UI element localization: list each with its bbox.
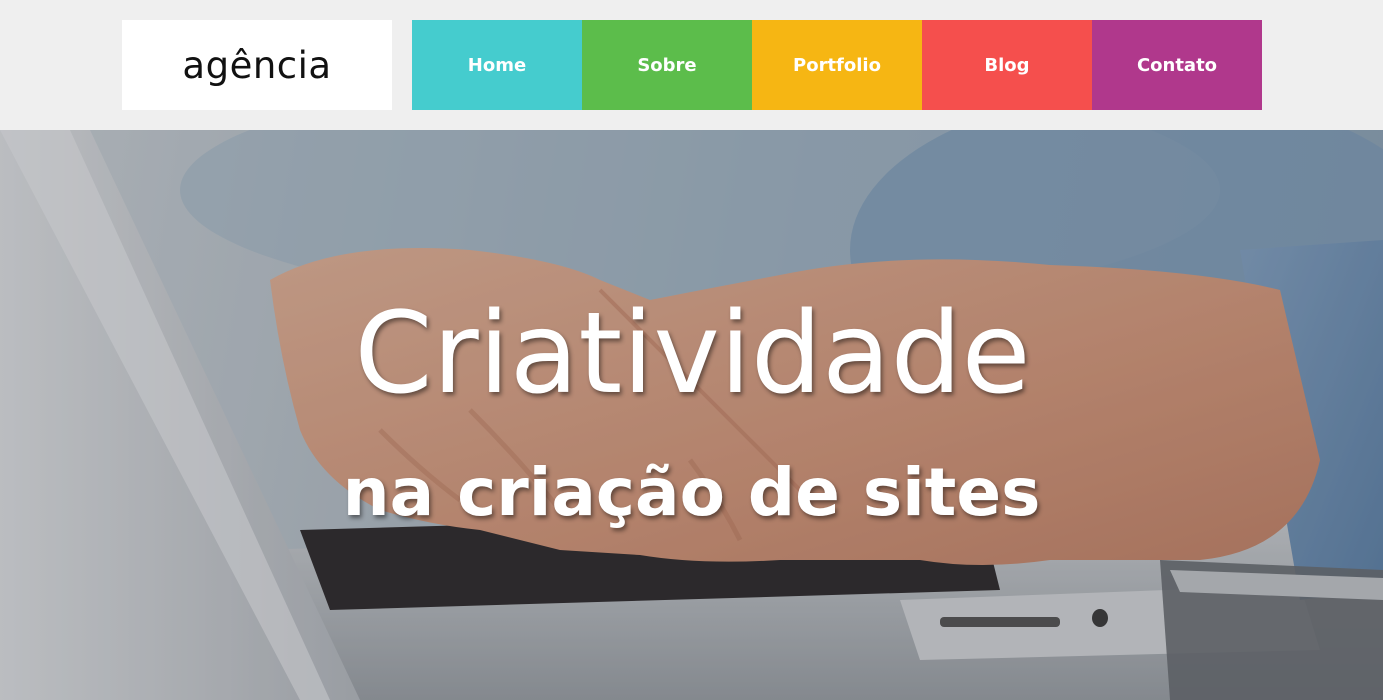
site-header: agência Home Sobre Portfolio Blog Contat… xyxy=(0,0,1383,130)
nav-sobre[interactable]: Sobre xyxy=(582,20,752,110)
logo-text: agência xyxy=(182,43,332,87)
nav-home[interactable]: Home xyxy=(412,20,582,110)
hero-banner: Criatividade na criação de sites xyxy=(0,130,1383,700)
main-nav: Home Sobre Portfolio Blog Contato xyxy=(412,20,1262,110)
nav-portfolio[interactable]: Portfolio xyxy=(752,20,922,110)
hero-title: Criatividade xyxy=(354,289,1031,419)
nav-blog[interactable]: Blog xyxy=(922,20,1092,110)
hero-subtitle: na criação de sites xyxy=(342,454,1041,531)
nav-contato[interactable]: Contato xyxy=(1092,20,1262,110)
logo[interactable]: agência xyxy=(122,20,392,110)
